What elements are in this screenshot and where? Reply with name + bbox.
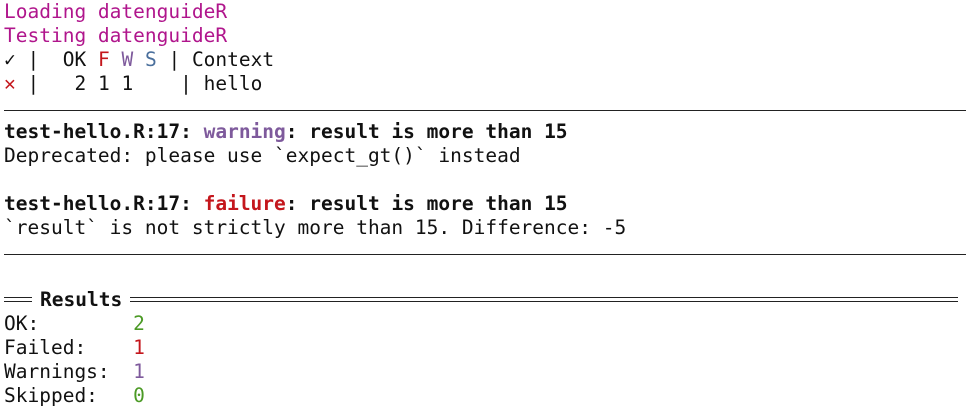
- issue-title: result is more than 15: [309, 120, 568, 143]
- issue-location: test-hello.R:17: [4, 192, 181, 215]
- summary-failed: Failed: 1: [4, 336, 980, 360]
- summary-ok-value: 2: [133, 312, 145, 335]
- issue-type-warning: warning: [203, 120, 286, 143]
- table-separator: |: [15, 48, 63, 71]
- divider: [4, 96, 980, 120]
- check-icon: ✓: [4, 48, 16, 71]
- ok-count: 2: [74, 72, 87, 95]
- summary-skipped-value: 0: [133, 384, 145, 407]
- divider: [4, 240, 980, 264]
- summary-failed-label: Failed:: [4, 336, 87, 359]
- table-separator: |: [15, 72, 75, 95]
- terminal-output: Loading datenguideR Testing datenguideR …: [0, 0, 980, 408]
- skipped-column-header: S: [144, 48, 157, 71]
- results-heading-line: Results: [4, 288, 980, 312]
- loading-line: Loading datenguideR: [4, 0, 228, 23]
- issue-type-failure: failure: [203, 192, 286, 215]
- results-table-header: ✓ | OK F W S | Context: [4, 48, 980, 72]
- ok-column-header: OK: [62, 48, 87, 71]
- failure-issue-title: test-hello.R:17: failure: result is more…: [4, 192, 568, 215]
- testing-line: Testing datenguideR: [4, 24, 228, 47]
- warning-column-header: W: [121, 48, 134, 71]
- failed-column-header: F: [97, 48, 110, 71]
- failure-issue-message: `result` is not strictly more than 15. D…: [4, 216, 627, 239]
- summary-failed-value: 1: [133, 336, 145, 359]
- summary-warnings-label: Warnings:: [4, 360, 110, 383]
- summary-warnings-value: 1: [133, 360, 145, 383]
- table-separator: |: [156, 48, 192, 71]
- results-table-row: ✕ | 2 1 1 | hello: [4, 72, 980, 96]
- results-heading: Results: [40, 288, 123, 311]
- double-rule-left: [4, 297, 32, 302]
- summary-ok: OK: 2: [4, 312, 980, 336]
- warning-issue-title: test-hello.R:17: warning: result is more…: [4, 120, 568, 143]
- context-column-header: Context: [191, 48, 275, 71]
- summary-skipped-label: Skipped:: [4, 384, 98, 407]
- cross-icon: ✕: [4, 72, 16, 95]
- warning-issue-message: Deprecated: please use `expect_gt()` ins…: [4, 144, 521, 167]
- failed-count: 1: [97, 72, 110, 95]
- context-value: hello: [203, 72, 263, 95]
- table-separator: |: [133, 72, 204, 95]
- double-rule-right: [130, 297, 959, 302]
- summary-ok-label: OK:: [4, 312, 40, 335]
- summary-skipped: Skipped: 0: [4, 384, 980, 408]
- issue-location: test-hello.R:17: [4, 120, 181, 143]
- issue-title: result is more than 15: [309, 192, 568, 215]
- warning-count: 1: [121, 72, 134, 95]
- summary-warnings: Warnings: 1: [4, 360, 980, 384]
